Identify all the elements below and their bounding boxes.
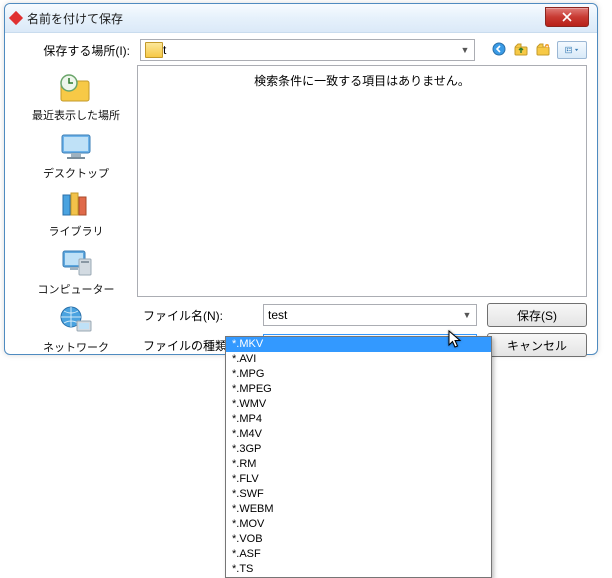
empty-message: 検索条件に一致する項目はありません。 <box>138 72 586 89</box>
computer-icon <box>56 245 96 279</box>
new-folder-icon[interactable]: ✦ <box>535 41 551 57</box>
chevron-down-icon[interactable]: ▼ <box>456 40 474 60</box>
cancel-button[interactable]: キャンセル <box>487 333 587 357</box>
filetype-option[interactable]: *.ASF <box>226 547 491 562</box>
desktop-icon <box>56 129 96 163</box>
place-label: 最近表示した場所 <box>32 107 120 123</box>
place-recent[interactable]: 最近表示した場所 <box>15 67 137 125</box>
network-icon <box>56 303 96 337</box>
file-list[interactable]: 検索条件に一致する項目はありません。 <box>137 65 587 297</box>
filename-input[interactable]: test ▼ <box>263 304 477 326</box>
toolbar: ✦ <box>491 41 587 59</box>
save-as-dialog: 名前を付けて保存 保存する場所(I): t ▼ ✦ <box>4 3 598 355</box>
save-button[interactable]: 保存(S) <box>487 303 587 327</box>
place-desktop[interactable]: デスクトップ <box>15 125 137 183</box>
filetype-option[interactable]: *.MPEG <box>226 382 491 397</box>
filetype-option[interactable]: *.VOB <box>226 532 491 547</box>
libraries-icon <box>56 187 96 221</box>
place-label: デスクトップ <box>43 165 109 181</box>
up-folder-icon[interactable] <box>513 41 529 57</box>
recent-icon <box>56 71 96 105</box>
filetype-option[interactable]: *.MOV <box>226 517 491 532</box>
location-value: t <box>163 43 166 57</box>
filetype-option[interactable]: *.WEBM <box>226 502 491 517</box>
location-combo[interactable]: t ▼ <box>140 39 475 61</box>
filetype-option[interactable]: *.MPG <box>226 367 491 382</box>
filetype-option[interactable]: *.FLV <box>226 472 491 487</box>
titlebar[interactable]: 名前を付けて保存 <box>5 4 597 33</box>
filetype-option[interactable]: *.TS <box>226 562 491 577</box>
place-label: コンピューター <box>38 281 115 297</box>
back-icon[interactable] <box>491 41 507 57</box>
window-title: 名前を付けて保存 <box>27 10 123 27</box>
place-network[interactable]: ネットワーク <box>15 299 137 357</box>
filetype-option[interactable]: *.MKV <box>226 337 491 352</box>
location-row: 保存する場所(I): t ▼ ✦ <box>15 39 587 61</box>
filetype-option[interactable]: *.M4V <box>226 427 491 442</box>
app-diamond-icon <box>9 11 23 25</box>
filetype-option[interactable]: *.SWF <box>226 487 491 502</box>
places-bar: 最近表示した場所 デスクトップ ライブラリ <box>15 65 137 357</box>
chevron-down-icon[interactable]: ▼ <box>458 305 476 325</box>
place-label: ライブラリ <box>49 223 104 239</box>
filename-label: ファイル名(N): <box>137 307 263 324</box>
close-button[interactable] <box>545 7 589 27</box>
location-label: 保存する場所(I): <box>15 42 134 59</box>
place-label: ネットワーク <box>43 339 109 355</box>
filetype-option[interactable]: *.3GP <box>226 442 491 457</box>
place-libraries[interactable]: ライブラリ <box>15 183 137 241</box>
filename-value: test <box>268 308 287 322</box>
filename-row: ファイル名(N): test ▼ 保存(S) <box>137 303 587 327</box>
filetype-option[interactable]: *.AVI <box>226 352 491 367</box>
folder-icon <box>145 42 163 58</box>
filetype-option[interactable]: *.RM <box>226 457 491 472</box>
filetype-option[interactable]: *.MP4 <box>226 412 491 427</box>
view-menu-icon[interactable] <box>557 41 587 59</box>
close-icon <box>562 12 572 22</box>
filetype-option[interactable]: *.WMV <box>226 397 491 412</box>
place-computer[interactable]: コンピューター <box>15 241 137 299</box>
filetype-dropdown[interactable]: *.MKV*.AVI*.MPG*.MPEG*.WMV*.MP4*.M4V*.3G… <box>225 336 492 578</box>
